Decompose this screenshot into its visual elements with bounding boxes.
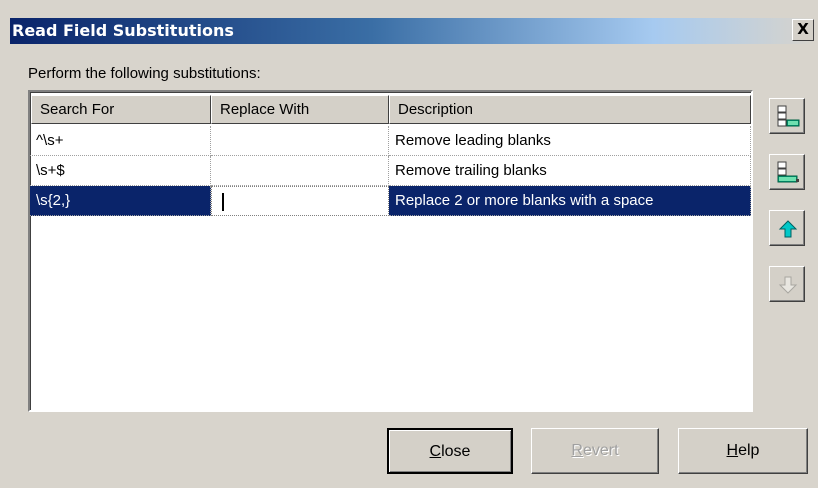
close-button[interactable]: Close (387, 428, 513, 474)
cell-search-for[interactable]: \s{2,} (30, 186, 211, 216)
close-mnemonic: C (429, 443, 442, 460)
text-caret (222, 193, 224, 211)
window-title: Read Field Substitutions (12, 21, 234, 40)
insert-row-button[interactable] (769, 98, 805, 134)
delete-row-icon (777, 161, 799, 183)
close-label-rest: lose (441, 443, 471, 460)
help-label-rest: elp (738, 442, 760, 459)
move-down-arrow-icon (778, 276, 798, 294)
cell-description[interactable]: Replace 2 or more blanks with a space (389, 186, 751, 216)
replace-with-edit-field[interactable] (211, 186, 389, 216)
help-button[interactable]: Help (678, 428, 808, 474)
help-mnemonic: H (726, 442, 739, 459)
close-icon: X (797, 20, 809, 38)
table-row[interactable]: \s+$ Remove trailing blanks (30, 156, 751, 186)
read-field-substitutions-dialog: Read Field Substitutions X Perform the f… (0, 0, 818, 488)
column-header-replace-with[interactable]: Replace With (211, 95, 389, 124)
cell-search-for[interactable]: ^\s+ (30, 126, 211, 156)
cell-description[interactable]: Remove leading blanks (389, 126, 751, 156)
column-header-description[interactable]: Description (389, 95, 751, 124)
cell-description[interactable]: Remove trailing blanks (389, 156, 751, 186)
cell-search-for[interactable]: \s+$ (30, 156, 211, 186)
close-window-button[interactable]: X (792, 19, 814, 41)
insert-row-icon (777, 105, 800, 127)
revert-label-rest: evert (582, 442, 619, 459)
cell-replace-with[interactable] (211, 156, 389, 186)
move-up-arrow-icon (778, 220, 798, 238)
substitutions-grid[interactable]: Search For Replace With Description ^\s+… (28, 90, 753, 412)
table-row[interactable]: ^\s+ Remove leading blanks (30, 126, 751, 156)
column-header-search-for[interactable]: Search For (31, 95, 211, 124)
instruction-label: Perform the following substitutions: (28, 65, 261, 82)
cell-replace-with[interactable] (211, 126, 389, 156)
revert-mnemonic: R (571, 442, 583, 459)
move-down-button[interactable] (769, 266, 805, 302)
delete-row-button[interactable] (769, 154, 805, 190)
revert-button[interactable]: Revert (531, 428, 659, 474)
move-up-button[interactable] (769, 210, 805, 246)
title-bar[interactable]: Read Field Substitutions X (10, 18, 814, 44)
table-row-selected[interactable]: \s{2,} Replace 2 or more blanks with a s… (30, 186, 751, 216)
